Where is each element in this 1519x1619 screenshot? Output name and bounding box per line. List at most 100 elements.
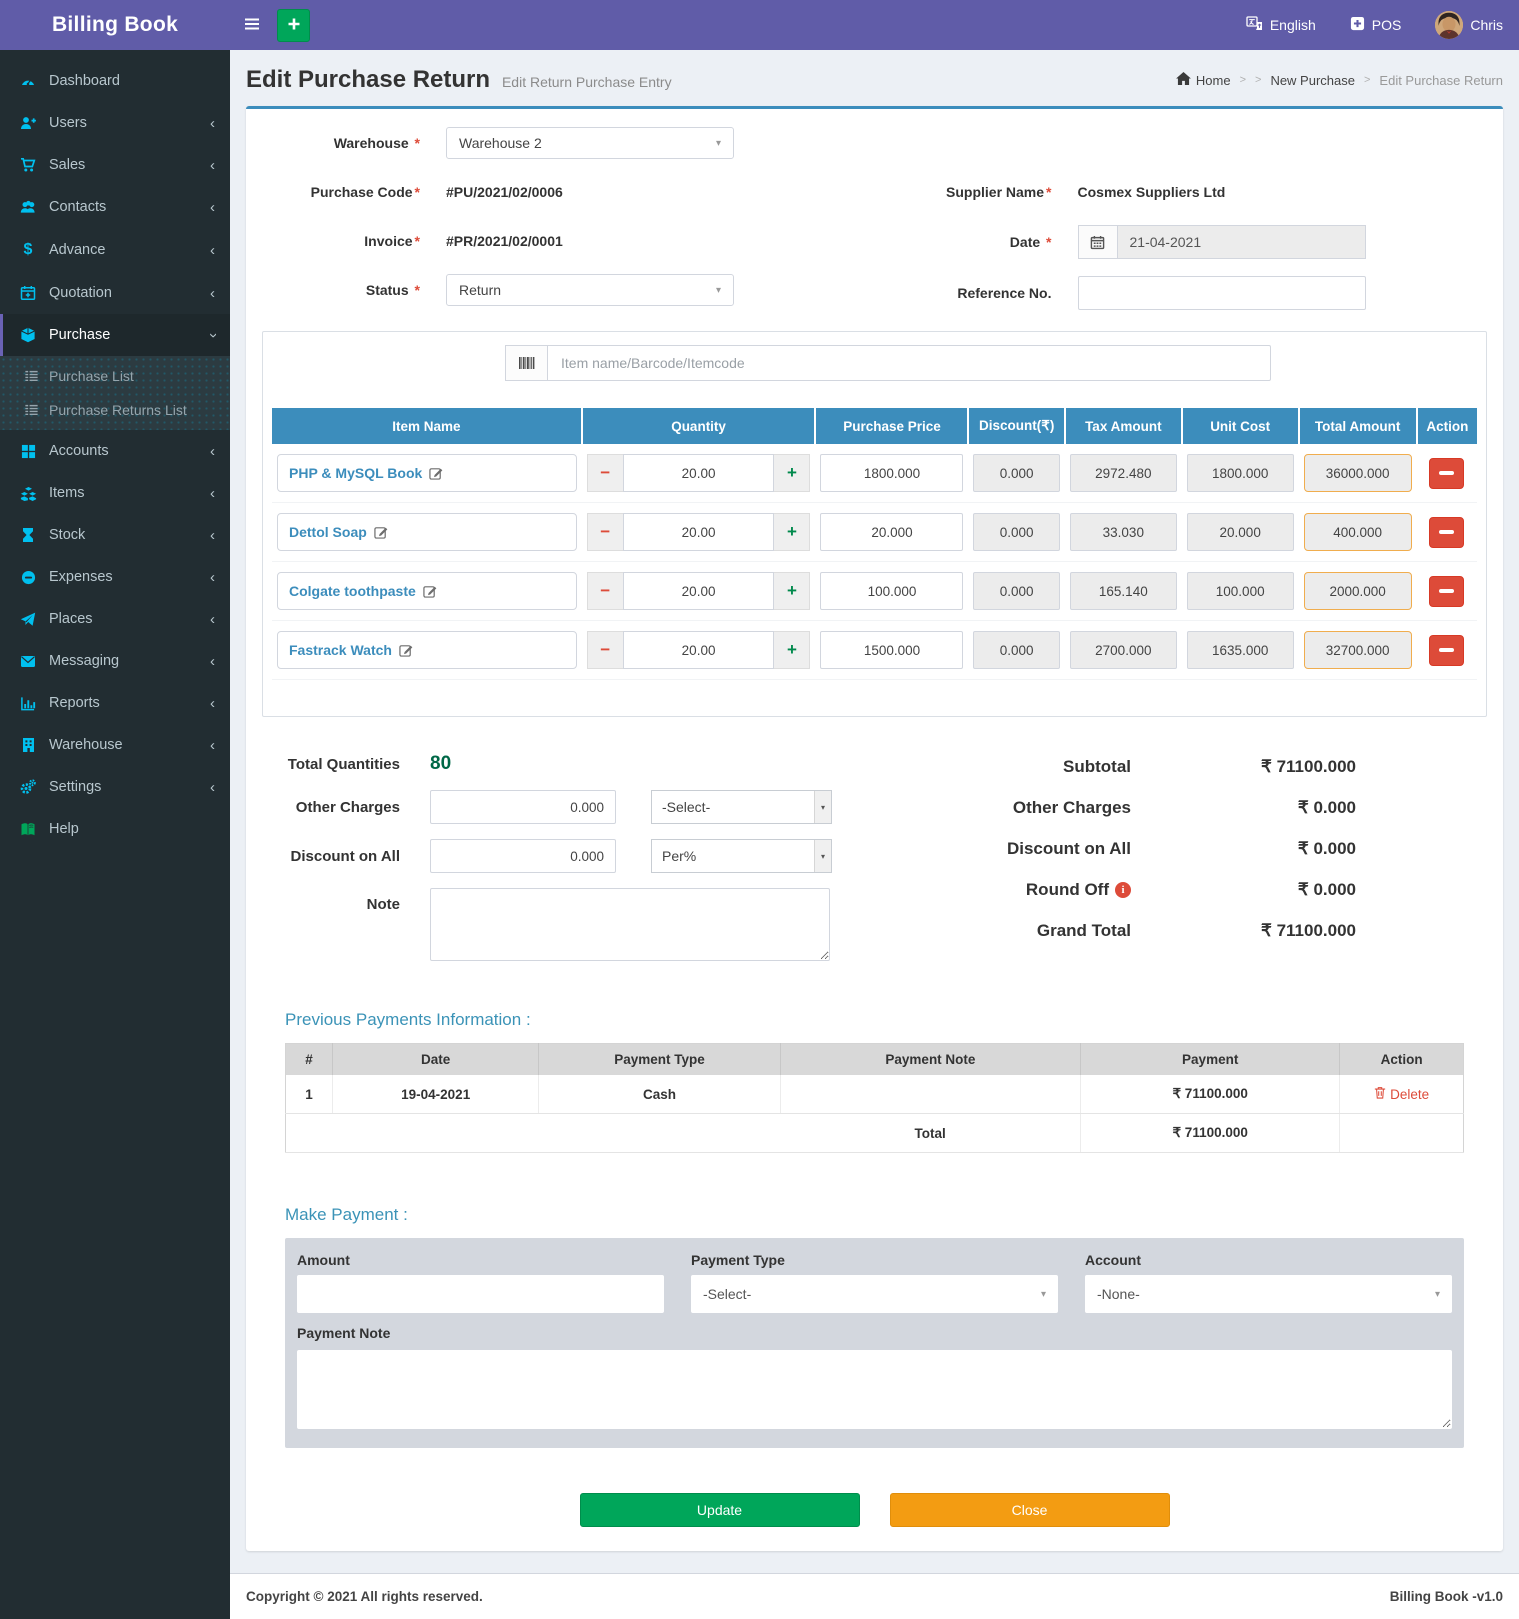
quantity-stepper: − + <box>587 572 811 610</box>
item-search-input[interactable] <box>547 345 1271 381</box>
quantity-input[interactable] <box>623 454 775 492</box>
status-label: Status * <box>256 282 446 298</box>
sidebar-item-places[interactable]: Places ‹ <box>0 598 230 640</box>
sidebar-item-purchase-list[interactable]: Purchase List <box>0 359 230 393</box>
total-amount-input <box>1304 631 1412 669</box>
date-input[interactable] <box>1118 225 1366 259</box>
discount-type-select[interactable]: Per% ▾ <box>651 839 832 873</box>
purchase-head-form: Warehouse * Warehouse 2 ▾ Purchase Code*… <box>256 125 1493 327</box>
purchase-price-input[interactable] <box>820 572 963 610</box>
quantity-input[interactable] <box>623 572 775 610</box>
quantity-increase-button[interactable]: + <box>774 454 810 492</box>
delete-payment-button[interactable]: Delete <box>1374 1086 1429 1102</box>
supplier-label: Supplier Name* <box>888 184 1078 200</box>
edit-item-icon[interactable] <box>374 525 388 539</box>
breadcrumb-home[interactable]: Home <box>1176 72 1231 88</box>
quantity-decrease-button[interactable]: − <box>587 631 623 669</box>
quantity-decrease-button[interactable]: − <box>587 454 623 492</box>
quantity-increase-button[interactable]: + <box>774 631 810 669</box>
remove-item-button[interactable] <box>1429 517 1464 548</box>
purchase-price-input[interactable] <box>820 513 963 551</box>
summary-discount-label: Discount on All <box>1007 839 1131 859</box>
sidebar-item-users[interactable]: Users ‹ <box>0 102 230 144</box>
status-select[interactable]: Return ▾ <box>446 274 734 306</box>
sidebar-item-stock[interactable]: Stock ‹ <box>0 514 230 556</box>
sidebar-item-expenses[interactable]: Expenses ‹ <box>0 556 230 598</box>
language-menu[interactable]: English <box>1246 16 1316 34</box>
col-discount: Discount(₹) <box>968 408 1064 444</box>
account-select[interactable]: -None- ▾ <box>1085 1275 1452 1313</box>
dashboard-icon <box>18 73 38 89</box>
minus-icon <box>1439 648 1454 652</box>
item-name-link[interactable]: Fastrack Watch <box>289 642 392 658</box>
calendar-plus-icon <box>18 285 38 301</box>
remove-item-button[interactable] <box>1429 635 1464 666</box>
discount-input <box>973 513 1059 551</box>
purchase-price-input[interactable] <box>820 454 963 492</box>
sidebar-item-dashboard[interactable]: Dashboard <box>0 60 230 102</box>
remove-item-button[interactable] <box>1429 576 1464 607</box>
sidebar-item-purchase[interactable]: Purchase ‹ <box>0 314 230 356</box>
sidebar-item-sales[interactable]: Sales ‹ <box>0 144 230 186</box>
purchase-price-input[interactable] <box>820 631 963 669</box>
sidebar-item-quotation[interactable]: Quotation ‹ <box>0 272 230 314</box>
quantity-decrease-button[interactable]: − <box>587 513 623 551</box>
chevron-left-icon: ‹ <box>210 780 215 795</box>
quick-add-button[interactable] <box>277 9 310 42</box>
remove-item-button[interactable] <box>1429 458 1464 489</box>
user-avatar <box>1435 11 1463 39</box>
amount-input[interactable] <box>297 1275 664 1313</box>
sidebar-toggle-button[interactable] <box>230 0 274 50</box>
warehouse-select[interactable]: Warehouse 2 ▾ <box>446 127 734 159</box>
quantity-input[interactable] <box>623 631 775 669</box>
sidebar-item-purchase-returns-list[interactable]: Purchase Returns List <box>0 393 230 427</box>
sidebar-item-messaging[interactable]: Messaging ‹ <box>0 640 230 682</box>
user-menu[interactable]: Chris <box>1435 11 1503 39</box>
unit-cost-input <box>1187 513 1294 551</box>
totals-zone: Total Quantities 80 Other Charges -Selec… <box>256 753 1493 976</box>
item-name-link[interactable]: PHP & MySQL Book <box>289 465 422 481</box>
barcode-icon <box>505 345 547 381</box>
edit-item-icon[interactable] <box>423 584 437 598</box>
chevron-left-icon: ‹ <box>210 486 215 501</box>
update-button[interactable]: Update <box>580 1493 860 1527</box>
quantity-increase-button[interactable]: + <box>774 513 810 551</box>
note-textarea[interactable] <box>430 888 830 961</box>
payment-type-label: Payment Type <box>691 1252 1058 1268</box>
sidebar-item-reports[interactable]: Reports ‹ <box>0 682 230 724</box>
item-name-link[interactable]: Dettol Soap <box>289 524 367 540</box>
breadcrumb-new-purchase[interactable]: New Purchase <box>1270 73 1355 88</box>
head-form-right: Supplier Name* Cosmex Suppliers Ltd Date… <box>888 127 1494 327</box>
reference-input[interactable] <box>1078 276 1366 310</box>
other-charges-input[interactable] <box>430 790 616 824</box>
edit-item-icon[interactable] <box>399 643 413 657</box>
sidebar-item-warehouse[interactable]: Warehouse ‹ <box>0 724 230 766</box>
info-icon[interactable]: i <box>1115 882 1131 898</box>
minus-circle-icon <box>18 570 38 585</box>
sidebar-item-help[interactable]: Help <box>0 808 230 850</box>
item-name-link[interactable]: Colgate toothpaste <box>289 583 416 599</box>
chevron-left-icon: ‹ <box>210 570 215 585</box>
payment-type-select[interactable]: -Select- ▾ <box>691 1275 1058 1313</box>
minus-icon <box>1439 530 1454 534</box>
payment-note-textarea[interactable] <box>297 1350 1452 1429</box>
sidebar-item-contacts[interactable]: Contacts ‹ <box>0 186 230 228</box>
sidebar-item-settings[interactable]: Settings ‹ <box>0 766 230 808</box>
total-amount-input <box>1304 513 1412 551</box>
close-button[interactable]: Close <box>890 1493 1170 1527</box>
app-logo[interactable]: Billing Book <box>0 0 230 50</box>
discount-on-all-input[interactable] <box>430 839 616 873</box>
pos-plus-square-icon <box>1350 16 1365 34</box>
quantity-input[interactable] <box>623 513 775 551</box>
sidebar-item-items[interactable]: Items ‹ <box>0 472 230 514</box>
sidebar-item-accounts[interactable]: Accounts ‹ <box>0 430 230 472</box>
sidebar-item-advance[interactable]: $ Advance ‹ <box>0 228 230 272</box>
col-quantity: Quantity <box>582 408 816 444</box>
other-charges-select[interactable]: -Select- ▾ <box>651 790 832 824</box>
pos-menu[interactable]: POS <box>1350 16 1402 34</box>
quantity-increase-button[interactable]: + <box>774 572 810 610</box>
edit-item-icon[interactable] <box>429 466 443 480</box>
quantity-decrease-button[interactable]: − <box>587 572 623 610</box>
item-name-box: Fastrack Watch <box>277 631 577 669</box>
home-icon <box>1176 72 1191 88</box>
